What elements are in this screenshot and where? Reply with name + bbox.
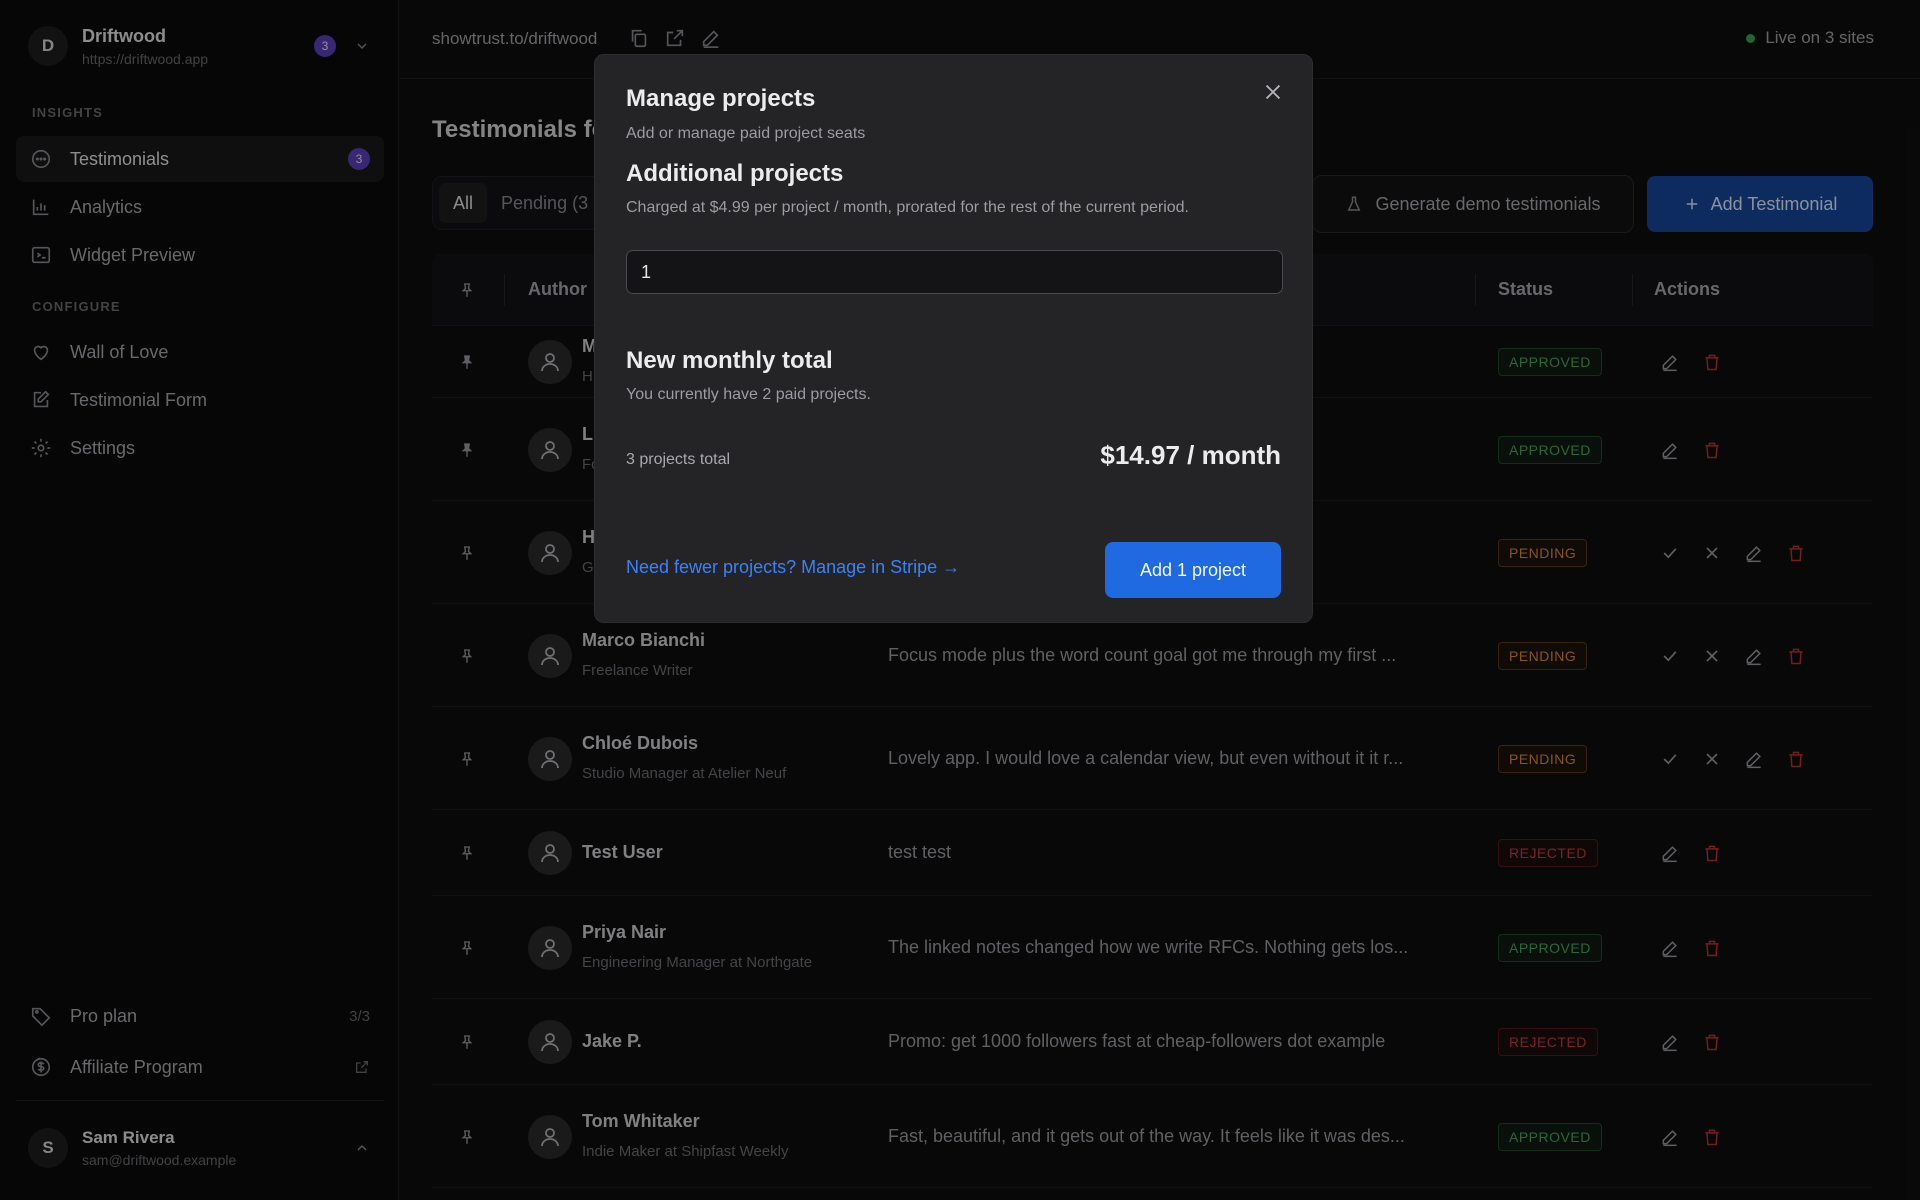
monthly-total-heading: New monthly total xyxy=(626,347,833,374)
close-icon[interactable] xyxy=(1262,81,1284,103)
pricing-description: Charged at $4.99 per project / month, pr… xyxy=(626,199,1189,216)
additional-projects-heading: Additional projects xyxy=(626,160,844,187)
modal-subtitle: Add or manage paid project seats xyxy=(626,125,866,142)
projects-total-label: 3 projects total xyxy=(626,451,731,468)
project-quantity-input[interactable] xyxy=(626,250,1283,294)
manage-projects-modal: Manage projects Add or manage paid proje… xyxy=(594,54,1313,623)
current-projects-text: You currently have 2 paid projects. xyxy=(626,386,871,403)
manage-in-stripe-link[interactable]: Need fewer projects? Manage in Stripe → xyxy=(626,557,960,578)
add-project-button[interactable]: Add 1 project xyxy=(1105,542,1281,598)
modal-title: Manage projects xyxy=(626,85,816,112)
monthly-price: $14.97 / month xyxy=(1100,440,1281,470)
